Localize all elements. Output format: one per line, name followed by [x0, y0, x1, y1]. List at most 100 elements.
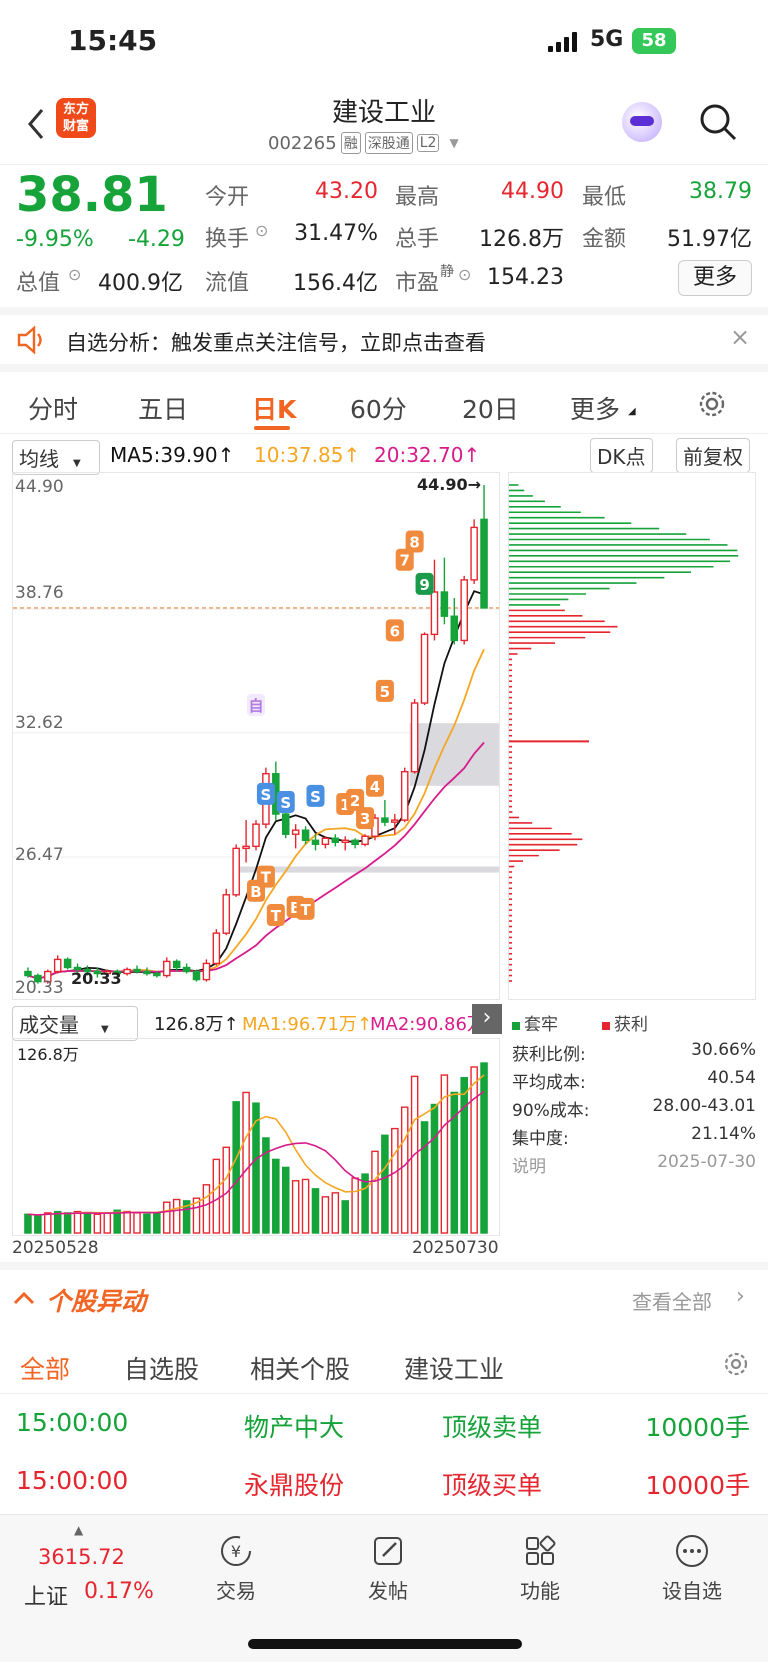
signal-marker-label: 6 [390, 622, 400, 640]
candle-body [192, 970, 201, 981]
more-button[interactable]: 更多 [678, 260, 752, 296]
price-tick-min: 20.33 [15, 978, 64, 998]
candle-body [391, 819, 399, 823]
close-icon[interactable]: × [730, 323, 750, 351]
volume-bar [202, 1184, 211, 1234]
chevron-right-icon[interactable]: › [736, 1284, 745, 1309]
volume-value: 126.8万↑ [154, 1014, 239, 1035]
field-label-amount: 金额 [582, 227, 627, 252]
candle-body [450, 615, 459, 642]
tab-intraday[interactable]: 分时 [28, 390, 78, 426]
row-qty: 10000手 [645, 1471, 750, 1500]
chip-stat-row: 说明 2025-07-30 [512, 1152, 756, 1180]
svg-text:¥: ¥ [231, 1542, 241, 1561]
legend-trapped: 套牢 [512, 1010, 558, 1035]
info-icon[interactable]: ⊙ [255, 221, 268, 240]
list-item[interactable]: 15:00:00 永鼎股份 顶级买单 10000手 [0, 1452, 768, 1510]
see-all-link[interactable]: 查看全部 [632, 1286, 712, 1315]
candle-body [480, 518, 488, 609]
nav-trade[interactable]: ¥ 交易 [176, 1533, 296, 1604]
last-price: 38.81 [16, 167, 168, 223]
volume-bar [460, 1077, 468, 1234]
chip-stat-label: 获利比例: [512, 1045, 586, 1065]
dk-point-button[interactable]: DK点 [590, 438, 653, 473]
field-label-pe: 市盈 [395, 271, 440, 296]
clock: 15:45 [68, 24, 158, 57]
candle-body [232, 847, 240, 896]
chip-distribution[interactable] [508, 472, 756, 1000]
candle-body [242, 845, 250, 850]
expand-icon[interactable]: › [472, 1004, 502, 1034]
list-item[interactable]: 15:00:00 物产中大 顶级卖单 10000手 [0, 1394, 768, 1452]
tab-more[interactable]: 更多 [570, 390, 620, 426]
adjust-button[interactable]: 前复权 [676, 438, 750, 473]
tab-watchlist[interactable]: 自选股 [124, 1350, 199, 1386]
pe-static-sup: 静 [440, 264, 454, 280]
field-value-amount: 51.97亿 [667, 227, 752, 252]
info-icon[interactable]: ⊙ [68, 265, 81, 284]
volume-bar [93, 1213, 102, 1234]
info-icon[interactable]: ⊙ [458, 265, 471, 284]
badge-margin: 融 [340, 132, 361, 154]
nav-add-watchlist[interactable]: 设自选 [632, 1533, 752, 1604]
volume-select[interactable]: 成交量 ▼ [12, 1006, 138, 1041]
tab-daily-k[interactable]: 日K [252, 390, 296, 426]
candle-body [133, 968, 141, 973]
nav-functions[interactable]: 功能 [480, 1533, 600, 1604]
tab-stock[interactable]: 建设工业 [404, 1350, 504, 1386]
analysis-banner[interactable]: 自选分析：触发重点关注信号，立即点击查看 × [0, 307, 768, 372]
price-tick-2: 38.76 [15, 583, 64, 603]
volume-bar [321, 1196, 330, 1234]
date-end: 20250730 [412, 1238, 499, 1258]
candle-body [420, 633, 429, 704]
assistant-avatar[interactable] [622, 102, 662, 142]
nav-trade-label: 交易 [216, 1579, 256, 1603]
candle-body [172, 960, 181, 969]
volume-bar [301, 1178, 310, 1234]
tab-related[interactable]: 相关个股 [250, 1350, 350, 1386]
price-tick-3: 32.62 [15, 713, 64, 733]
chevron-down-icon: ▼ [73, 458, 81, 469]
volume-bar [232, 1101, 240, 1234]
candle-body [153, 972, 161, 977]
tab-60min[interactable]: 60分 [350, 390, 407, 426]
volume-bar [281, 1166, 290, 1234]
chip-distribution-svg [509, 484, 739, 982]
signal-marker-label: T [271, 907, 282, 925]
volume-bar [470, 1066, 478, 1234]
ma-indicator-bar: 均线 ▼ MA5:39.90↑ 10:37.85↑ 20:32.70↑ DK点 前… [0, 434, 768, 475]
chip-stat-label: 平均成本: [512, 1073, 586, 1093]
candlestick-chart[interactable]: 自SSSBTTBT123456789 44.90 38.76 32.62 26.… [12, 472, 500, 1000]
volume-chart[interactable]: 126.8万 [12, 1038, 500, 1236]
volume-bar [44, 1212, 52, 1234]
gear-icon[interactable] [722, 1350, 750, 1378]
movement-list: 15:00:00 物产中大 顶级卖单 10000手 15:00:00 永鼎股份 … [0, 1394, 768, 1514]
chip-stats: 获利比例: 30.66% 平均成本: 40.54 90%成本: 28.00-43.01 集中… [508, 1040, 756, 1210]
chevron-up-icon[interactable] [12, 1288, 36, 1308]
tab-all[interactable]: 全部 [20, 1350, 70, 1386]
status-bar: 15:45 5G 58 [0, 0, 768, 90]
volume-bar [24, 1213, 32, 1234]
more-icon [676, 1535, 708, 1567]
section-title: 个股异动 [46, 1287, 147, 1316]
tab-20day[interactable]: 20日 [462, 390, 519, 426]
volume-bar [123, 1210, 131, 1234]
tab-five-day[interactable]: 五日 [138, 390, 188, 426]
candle-body [321, 837, 330, 846]
ma-select[interactable]: 均线 ▼ [12, 440, 100, 475]
index-widget[interactable]: ▲ 3615.72 上证 0.17% [20, 1523, 160, 1613]
chip-stat-label[interactable]: 说明 [512, 1157, 546, 1177]
volume-bar [133, 1212, 141, 1234]
signal-marker-label: 5 [380, 683, 390, 701]
row-stock-name: 物产中大 [244, 1413, 345, 1442]
chevron-down-icon[interactable]: ▼ [449, 136, 458, 150]
volume-bar [420, 1121, 429, 1234]
home-indicator [248, 1639, 522, 1649]
search-icon[interactable] [698, 102, 738, 142]
battery-icon: 58 [632, 28, 676, 54]
volume-bar [172, 1198, 181, 1234]
signal-marker-label: S [310, 788, 321, 806]
gear-icon[interactable] [696, 388, 728, 420]
nav-post[interactable]: 发帖 [328, 1533, 448, 1604]
bottom-nav: ▲ 3615.72 上证 0.17% ¥ 交易 发帖 功能 设自选 [0, 1514, 768, 1662]
